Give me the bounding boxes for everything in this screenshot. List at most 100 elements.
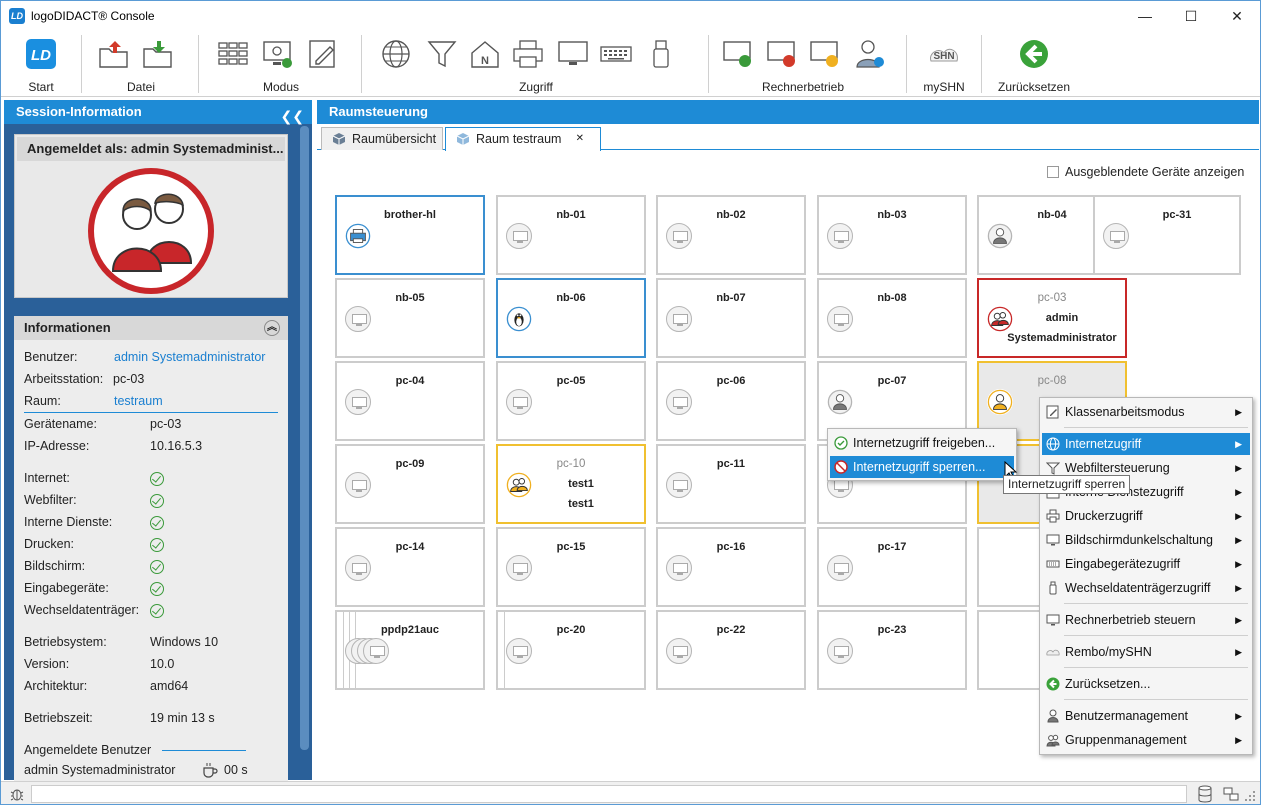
bug-icon[interactable] — [9, 786, 25, 802]
minimize-button[interactable]: — — [1122, 1, 1168, 31]
logged-users-label: Angemeldete Benutzer — [24, 743, 152, 757]
monitor-exam-icon[interactable] — [261, 37, 295, 71]
raum-link[interactable]: testraum — [114, 394, 163, 408]
menu-item-benutzermanagement[interactable]: Benutzermanagement ▶ — [1042, 705, 1250, 727]
folder-upload-icon[interactable] — [97, 37, 131, 71]
user-logoff-icon[interactable] — [853, 37, 887, 71]
submenu-arrow-icon: ▶ — [1235, 407, 1242, 417]
room-grid-icon[interactable] — [216, 37, 250, 71]
device-nb-03[interactable]: nb-03 — [817, 195, 967, 275]
menu-item-gruppenmanagement[interactable]: Gruppenmanagement ▶ — [1042, 729, 1250, 751]
network-status-icon[interactable] — [1223, 786, 1239, 802]
menu-item-internetzugriff[interactable]: Internetzugriff ▶ — [1042, 433, 1250, 455]
computer-offline-icon — [506, 389, 532, 415]
device-pc-14[interactable]: pc-14 — [335, 527, 485, 607]
check-circle-icon — [834, 436, 848, 450]
menu-item-eingabegeraetezugriff[interactable]: Eingabegerätezugriff ▶ — [1042, 553, 1250, 575]
folder-download-icon[interactable] — [141, 37, 175, 71]
menu-item-rembo-myshn[interactable]: Rembo/mySHN ▶ — [1042, 641, 1250, 663]
ribbon-group-start[interactable]: LD Start — [11, 31, 71, 97]
device-pc-22[interactable]: pc-22 — [656, 610, 806, 690]
device-brother-hl[interactable]: brother-hl — [335, 195, 485, 275]
tab-raumuebersicht[interactable]: Raumübersicht — [321, 127, 443, 150]
device-pc-16[interactable]: pc-16 — [656, 527, 806, 607]
device-name: pc-31 — [1162, 209, 1192, 221]
device-pc-04[interactable]: pc-04 — [335, 361, 485, 441]
ribbon-group-modus: Modus — [206, 31, 356, 97]
device-pc-05[interactable]: pc-05 — [496, 361, 646, 441]
monitor-icon[interactable] — [556, 37, 590, 71]
device-pc-03[interactable]: pc-03 admin Systemadministrator — [977, 278, 1127, 358]
menu-item-bildschirmdunkelschaltung[interactable]: Bildschirmdunkelschaltung ▶ — [1042, 529, 1250, 551]
computer-offline-icon — [345, 306, 371, 332]
ribbon-group-myshn[interactable]: SHN mySHN — [913, 31, 975, 97]
user-selected-icon — [987, 389, 1013, 415]
ribbon-group-zuruecksetzen[interactable]: Zurücksetzen — [989, 31, 1079, 97]
menu-item-internetzugriff-sperren[interactable]: Internetzugriff sperren... — [830, 456, 1014, 478]
power-on-icon[interactable] — [721, 37, 755, 71]
session-panel-header: Session-Information ❮❮ — [4, 100, 312, 124]
edit-pencil-icon[interactable] — [306, 37, 340, 71]
dienste-ok-icon — [150, 516, 164, 530]
device-name: nb-02 — [716, 209, 746, 221]
menu-item-label: Zurücksetzen... — [1065, 677, 1151, 691]
globe-icon[interactable] — [379, 37, 413, 71]
hidden-devices-toggle[interactable]: Ausgeblendete Geräte anzeigen — [1047, 165, 1244, 179]
filter-icon — [1046, 462, 1060, 475]
device-pc-31[interactable]: pc-31 — [1093, 195, 1241, 275]
device-nb-08[interactable]: nb-08 — [817, 278, 967, 358]
maximize-button[interactable]: ☐ — [1168, 1, 1214, 31]
device-pc-10[interactable]: pc-10 test1 test1 — [496, 444, 646, 524]
benutzer-link[interactable]: admin Systemadministrator — [114, 350, 265, 364]
printer-status-icon — [345, 223, 371, 249]
network-house-icon[interactable]: N — [468, 37, 502, 71]
submenu-arrow-icon: ▶ — [1235, 615, 1242, 625]
collapse-panel-icon[interactable]: ❮❮ — [281, 104, 304, 128]
submenu-arrow-icon: ▶ — [1235, 735, 1242, 745]
device-pc-20[interactable]: pc-20 — [496, 610, 646, 690]
close-button[interactable]: ✕ — [1214, 1, 1260, 31]
power-off-icon[interactable] — [765, 37, 799, 71]
device-nb-07[interactable]: nb-07 — [656, 278, 806, 358]
device-pc-11[interactable]: pc-11 — [656, 444, 806, 524]
menu-item-rechnerbetrieb-steuern[interactable]: Rechnerbetrieb steuern ▶ — [1042, 609, 1250, 631]
logged-user-idle: 00 s — [224, 763, 248, 777]
printer-icon[interactable] — [511, 37, 545, 71]
filter-icon[interactable] — [425, 37, 459, 71]
device-name: pc-03 — [1037, 292, 1067, 304]
ip-value: 10.16.5.3 — [150, 439, 203, 453]
menu-item-druckerzugriff[interactable]: Druckerzugriff ▶ — [1042, 505, 1250, 527]
block-icon — [834, 460, 848, 474]
menu-item-wechseldatentraegerzugriff[interactable]: Wechseldatenträgerzugriff ▶ — [1042, 577, 1250, 599]
device-pc-06[interactable]: pc-06 — [656, 361, 806, 441]
menu-item-klassenarbeitsmodus[interactable]: Klassenarbeitsmodus ▶ — [1042, 401, 1250, 423]
keyboard-icon[interactable] — [599, 37, 633, 71]
device-pc-09[interactable]: pc-09 — [335, 444, 485, 524]
device-name: pc-23 — [877, 624, 907, 636]
device-nb-01[interactable]: nb-01 — [496, 195, 646, 275]
resize-grip-icon[interactable] — [1244, 790, 1256, 802]
device-pc-23[interactable]: pc-23 — [817, 610, 967, 690]
coffee-idle-icon — [203, 763, 218, 778]
hidden-devices-checkbox[interactable] — [1047, 166, 1059, 178]
device-user: test1 — [568, 498, 594, 510]
computer-offline-icon — [506, 223, 532, 249]
menu-item-internetzugriff-freigeben[interactable]: Internetzugriff freigeben... — [830, 432, 1014, 454]
device-nb-02[interactable]: nb-02 — [656, 195, 806, 275]
device-stack-overlap[interactable]: ppdp21auc — [335, 610, 485, 690]
device-nb-06[interactable]: nb-06 — [496, 278, 646, 358]
close-tab-icon[interactable]: ✕ — [576, 128, 584, 150]
bildschirm-ok-icon — [150, 560, 164, 574]
device-name: pc-04 — [395, 375, 425, 387]
left-panel-scrollbar[interactable] — [300, 126, 309, 750]
menu-item-zuruecksetzen[interactable]: Zurücksetzen... — [1042, 673, 1250, 695]
usb-stick-icon[interactable] — [644, 37, 678, 71]
device-pc-17[interactable]: pc-17 — [817, 527, 967, 607]
device-nb-05[interactable]: nb-05 — [335, 278, 485, 358]
usb-stick-icon — [1049, 581, 1057, 595]
database-icon[interactable] — [1197, 785, 1213, 803]
device-pc-15[interactable]: pc-15 — [496, 527, 646, 607]
collapse-info-icon[interactable]: ︽ — [264, 320, 280, 336]
tab-raum-testraum[interactable]: Raum testraum ✕ — [445, 127, 601, 151]
restart-icon[interactable] — [808, 37, 842, 71]
